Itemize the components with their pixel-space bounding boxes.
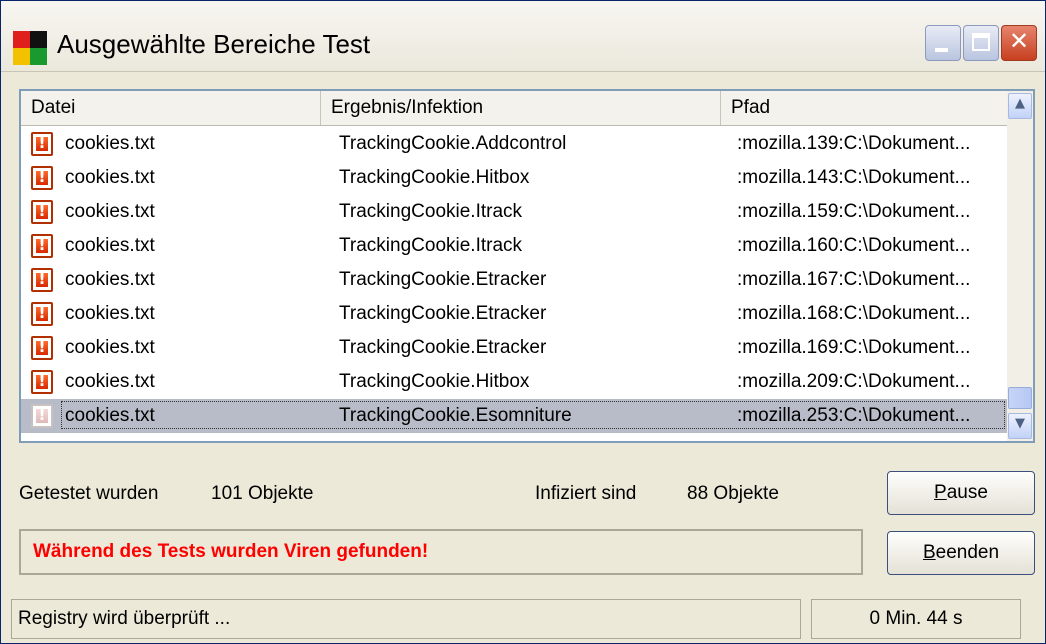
infected-file-icon: ! [31, 132, 53, 156]
table-row[interactable]: ! cookies.txt TrackingCookie.Etracker :mozi… [21, 331, 1009, 365]
file-cell: cookies.txt [65, 269, 155, 290]
stop-accel: B [922, 542, 936, 563]
result-cell: TrackingCookie.Esomniture [339, 405, 572, 426]
window-title: Ausgewählte Bereiche Test [57, 29, 371, 59]
table-row[interactable]: ! cookies.txt TrackingCookie.Hitbox :mozill… [21, 365, 1009, 399]
maximize-button[interactable] [963, 25, 999, 61]
exclamation-icon: ! [38, 167, 46, 186]
status-text: Registry wird überprüft ... [11, 599, 801, 639]
infected-file-icon: ! [31, 336, 53, 360]
infected-file-icon: ! [31, 268, 53, 292]
path-cell: :mozilla.159:C:\Dokument... [737, 201, 971, 222]
result-cell: TrackingCookie.Etracker [339, 269, 547, 290]
scroll-down-button[interactable]: ▼ [1008, 413, 1032, 439]
exclamation-icon: ! [38, 405, 46, 424]
exclamation-icon: ! [38, 371, 46, 390]
file-cell: cookies.txt [65, 303, 155, 324]
chevron-down-icon: ▼ [1015, 416, 1025, 431]
exclamation-icon: ! [38, 337, 46, 356]
file-cell: cookies.txt [65, 235, 155, 256]
result-cell: TrackingCookie.Etracker [339, 303, 547, 324]
stop-label: eenden [935, 542, 1000, 563]
path-cell: :mozilla.168:C:\Dokument... [737, 303, 971, 324]
exclamation-icon: ! [38, 133, 46, 152]
elapsed-time: 0 Min. 44 s [811, 599, 1021, 639]
table-row[interactable]: ! cookies.txt TrackingCookie.Etracker :mozi… [21, 263, 1009, 297]
path-cell: :mozilla.160:C:\Dokument... [737, 235, 971, 256]
scroll-up-button[interactable]: ▲ [1008, 93, 1032, 119]
infected-value: 88 Objekte [687, 483, 779, 504]
table-row[interactable]: ! cookies.txt TrackingCookie.Esomniture :mo… [21, 399, 1009, 433]
list-header: Datei Ergebnis/Infektion Pfad [21, 91, 1009, 126]
scroll-thumb[interactable] [1008, 387, 1032, 409]
pause-button[interactable]: Pause [887, 471, 1035, 515]
tested-value: 101 Objekte [211, 483, 314, 504]
file-cell: cookies.txt [65, 337, 155, 358]
status-bar: Registry wird überprüft ... 0 Min. 44 s [11, 599, 1037, 639]
file-cell: cookies.txt [65, 133, 155, 154]
result-cell: TrackingCookie.Itrack [339, 201, 523, 222]
exclamation-icon: ! [38, 201, 46, 220]
infected-file-icon: ! [31, 166, 53, 190]
file-cell: cookies.txt [65, 201, 155, 222]
stop-button[interactable]: Beenden [887, 531, 1035, 575]
close-icon: ✕ [1008, 27, 1030, 55]
table-row[interactable]: ! cookies.txt TrackingCookie.Itrack :mozill… [21, 195, 1009, 229]
results-list[interactable]: Datei Ergebnis/Infektion Pfad ! cookies.t… [19, 89, 1035, 443]
result-cell: TrackingCookie.Etracker [339, 337, 547, 358]
file-cell: cookies.txt [65, 405, 155, 426]
result-cell: TrackingCookie.Hitbox [339, 167, 530, 188]
minimize-button[interactable] [925, 25, 961, 61]
result-cell: TrackingCookie.Addcontrol [339, 133, 567, 154]
path-cell: :mozilla.209:C:\Dokument... [737, 371, 971, 392]
path-cell: :mozilla.169:C:\Dokument... [737, 337, 971, 358]
path-cell: :mozilla.139:C:\Dokument... [737, 133, 971, 154]
vertical-scrollbar[interactable]: ▲ ▼ [1007, 91, 1033, 441]
table-row[interactable]: ! cookies.txt TrackingCookie.Addcontrol :mo… [21, 127, 1009, 161]
column-header-datei[interactable]: Datei [21, 91, 321, 125]
path-cell: :mozilla.253:C:\Dokument... [737, 405, 971, 426]
maximize-icon [972, 33, 990, 51]
file-cell: cookies.txt [65, 371, 155, 392]
tested-label: Getestet wurden [19, 483, 159, 504]
infected-file-icon: ! [31, 370, 53, 394]
app-logo-icon [13, 31, 47, 65]
virus-found-message: Während des Tests wurden Viren gefunden! [33, 541, 429, 562]
close-button[interactable]: ✕ [1001, 25, 1037, 61]
infected-file-icon: ! [31, 302, 53, 326]
path-cell: :mozilla.143:C:\Dokument... [737, 167, 971, 188]
result-cell: TrackingCookie.Hitbox [339, 371, 530, 392]
table-row[interactable]: ! cookies.txt TrackingCookie.Itrack :mozill… [21, 229, 1009, 263]
message-panel: Während des Tests wurden Viren gefunden! [19, 529, 863, 575]
infected-file-icon: ! [31, 234, 53, 258]
exclamation-icon: ! [38, 269, 46, 288]
column-header-pfad[interactable]: Pfad [721, 91, 1009, 125]
path-cell: :mozilla.167:C:\Dokument... [737, 269, 971, 290]
table-row[interactable]: ! cookies.txt TrackingCookie.Etracker :mozi… [21, 297, 1009, 331]
file-cell: cookies.txt [65, 167, 155, 188]
title-bar[interactable]: Ausgewählte Bereiche Test ✕ [1, 1, 1045, 72]
exclamation-icon: ! [38, 303, 46, 322]
chevron-up-icon: ▲ [1015, 96, 1025, 111]
pause-accel: P [934, 482, 947, 503]
column-header-ergebnis[interactable]: Ergebnis/Infektion [321, 91, 721, 125]
exclamation-icon: ! [38, 235, 46, 254]
minimize-icon [935, 48, 948, 52]
result-cell: TrackingCookie.Itrack [339, 235, 523, 256]
infected-file-icon: ! [31, 404, 53, 428]
table-row[interactable]: ! cookies.txt TrackingCookie.Hitbox :mozill… [21, 161, 1009, 195]
infected-file-icon: ! [31, 200, 53, 224]
infected-label: Infiziert sind [535, 483, 637, 504]
pause-label: ause [946, 482, 988, 503]
scan-window: Ausgewählte Bereiche Test ✕ Datei Ergebn… [0, 0, 1046, 644]
